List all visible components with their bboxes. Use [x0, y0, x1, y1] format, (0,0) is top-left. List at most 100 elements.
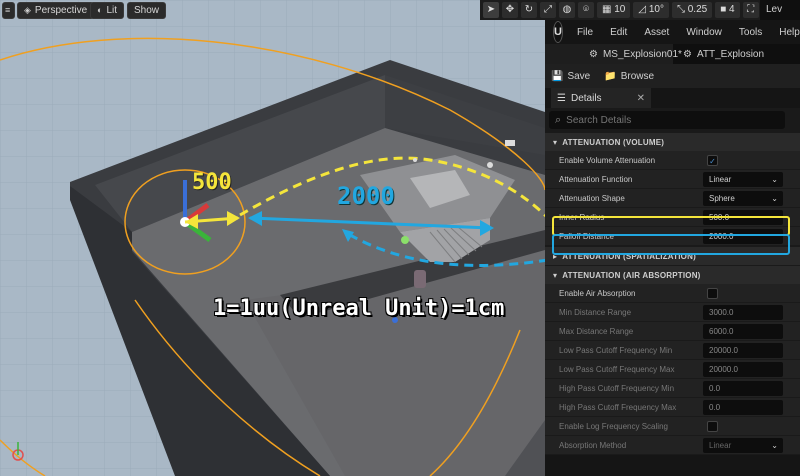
camera-speed-button[interactable]: ■ 4	[715, 2, 740, 18]
lit-button[interactable]: ◐ Lit	[90, 2, 124, 19]
section-title: ATTENUATION (AIR ABSORPTION)	[562, 270, 701, 280]
log-frequency-checkbox[interactable]	[707, 420, 718, 432]
prop-high-pass-max: High Pass Cutoff Frequency Max 0.0	[545, 398, 800, 417]
details-tab-label: Details	[570, 92, 602, 104]
rotation-snap-value: 10°	[648, 4, 664, 15]
prop-label: Attenuation Shape	[559, 193, 625, 203]
rotate-icon[interactable]: ↻	[521, 2, 537, 18]
camera-speed-value: 4	[729, 4, 735, 15]
prop-log-frequency-scaling: Enable Log Frequency Scaling	[545, 417, 800, 436]
prop-label: Enable Air Absorption	[559, 288, 636, 298]
low-pass-max-input[interactable]: 20000.0	[703, 361, 783, 377]
prop-label: Min Distance Range	[559, 307, 632, 317]
menu-file[interactable]: File	[569, 27, 602, 38]
maximize-viewport-icon[interactable]: ⛶	[742, 2, 759, 18]
section-attenuation-spatialization[interactable]: ▸ ATTENUATION (SPATIALIZATION)	[545, 246, 800, 265]
section-title: ATTENUATION (VOLUME)	[562, 137, 665, 147]
tab-att-explosion[interactable]: ⚙ ATT_Explosion	[673, 44, 774, 64]
falloff-distance-input[interactable]: 2000.0	[703, 228, 783, 244]
section-attenuation-volume[interactable]: ▾ ATTENUATION (VOLUME)	[545, 132, 800, 151]
save-button[interactable]: 💾 Save	[551, 71, 590, 82]
inner-radius-annotation: 500	[192, 170, 232, 195]
lit-icon: ◐	[97, 5, 103, 15]
enable-volume-checkbox[interactable]: ✓	[707, 154, 718, 166]
browse-label: Browse	[620, 70, 655, 82]
browse-button[interactable]: 📁 Browse	[604, 71, 654, 82]
light-actor-icon[interactable]	[401, 236, 409, 244]
world-space-icon[interactable]: ◍	[559, 2, 575, 18]
perspective-label: Perspective	[34, 5, 88, 16]
absorption-method-select[interactable]: Linear ⌄	[703, 437, 783, 453]
rotation-snap-button[interactable]: ◿ 10°	[633, 2, 669, 18]
enable-air-checkbox[interactable]	[707, 287, 718, 299]
prop-max-distance-range: Max Distance Range 6000.0	[545, 322, 800, 341]
prop-falloff-distance: Falloff Distance 2000.0	[545, 227, 800, 246]
cube-icon: ◈	[24, 5, 31, 15]
attenuation-function-select[interactable]: Linear ⌄	[703, 171, 783, 187]
prop-min-distance-range: Min Distance Range 3000.0	[545, 303, 800, 322]
perspective-button[interactable]: ◈ Perspective	[17, 2, 95, 19]
tab-label: MS_Explosion01*	[602, 48, 682, 60]
high-pass-min-input[interactable]: 0.0	[703, 380, 783, 396]
scale-icon[interactable]: ⤢	[540, 2, 556, 18]
menu-tools[interactable]: Tools	[731, 27, 771, 38]
show-button[interactable]: Show	[127, 2, 167, 19]
prop-enable-air-absorption: Enable Air Absorption	[545, 284, 800, 303]
viewport-options-button[interactable]: ≡	[2, 2, 15, 19]
prop-label: High Pass Cutoff Frequency Min	[559, 383, 675, 393]
chevron-down-icon: ▾	[553, 270, 558, 280]
grid-snap-button[interactable]: ▦ 10	[597, 2, 631, 18]
prop-label: Attenuation Function	[559, 174, 633, 184]
details-icon: ☰	[557, 92, 566, 104]
unreal-logo-icon: U	[553, 21, 563, 43]
prop-label: Inner Radius	[559, 212, 605, 222]
falloff-annotation: 2000	[337, 182, 395, 210]
prop-label: Low Pass Cutoff Frequency Min	[559, 345, 673, 355]
asset-icon: ⚙	[683, 48, 692, 60]
prop-label: High Pass Cutoff Frequency Max	[559, 402, 677, 412]
low-pass-min-input[interactable]: 20000.0	[703, 342, 783, 358]
search-input[interactable]	[566, 114, 767, 126]
chevron-down-icon: ⌄	[771, 193, 778, 203]
search-icon: ⌕	[555, 113, 562, 126]
tab-ms-explosion[interactable]: ⚙ MS_Explosion01*	[545, 44, 682, 64]
tab-label: ATT_Explosion	[696, 48, 765, 60]
inner-radius-input[interactable]: 500.0	[703, 209, 783, 225]
show-label: Show	[134, 5, 160, 16]
surface-snap-icon[interactable]: ⌾	[578, 2, 594, 18]
min-distance-input[interactable]: 3000.0	[703, 304, 783, 320]
browse-icon: 📁	[604, 70, 617, 82]
prop-attenuation-function: Attenuation Function Linear ⌄	[545, 170, 800, 189]
menu-window[interactable]: Window	[678, 27, 731, 38]
prop-enable-volume-attenuation: Enable Volume Attenuation ✓	[545, 151, 800, 170]
translate-icon[interactable]: ✥	[502, 2, 518, 18]
asset-icon: ⚙	[589, 48, 598, 60]
scale-snap-button[interactable]: ⤡ 0.25	[671, 2, 713, 18]
menu-edit[interactable]: Edit	[602, 27, 636, 38]
close-icon[interactable]: ✕	[637, 93, 645, 104]
max-distance-input[interactable]: 6000.0	[703, 323, 783, 339]
select-value: Linear	[709, 440, 732, 450]
level-viewport[interactable]: 500 2000 1=1uu(Unreal Unit)=1cm ≡ ◈ Pers…	[0, 0, 545, 476]
prop-absorption-method: Absorption Method Linear ⌄	[545, 436, 800, 455]
prop-label: Enable Volume Attenuation	[559, 155, 656, 165]
select-value: Linear	[709, 174, 732, 184]
prop-label: Low Pass Cutoff Frequency Max	[559, 364, 675, 374]
asset-toolbar: 💾 Save 📁 Browse	[545, 64, 800, 88]
sound-attenuation-editor: U File Edit Asset Window Tools Help ⚙ MS…	[545, 20, 800, 476]
select-mode-icon[interactable]: ➤	[483, 2, 499, 18]
level-tab[interactable]: Lev	[760, 0, 800, 20]
level-tab-label: Lev	[766, 4, 783, 15]
asset-tabs: ⚙ MS_Explosion01* ⚙ ATT_Explosion	[545, 44, 800, 64]
section-attenuation-air-absorption[interactable]: ▾ ATTENUATION (AIR ABSORPTION)	[545, 265, 800, 284]
menu-icon: ≡	[5, 5, 11, 15]
menu-help[interactable]: Help	[771, 27, 800, 38]
details-tab[interactable]: ☰ Details ✕	[551, 88, 651, 108]
menu-asset[interactable]: Asset	[636, 27, 678, 38]
attenuation-shape-select[interactable]: Sphere ⌄	[703, 190, 783, 206]
prop-label: Enable Log Frequency Scaling	[559, 421, 668, 431]
menu-bar: U File Edit Asset Window Tools Help	[545, 20, 800, 44]
player-start-icon[interactable]	[414, 270, 426, 288]
select-value: Sphere	[709, 193, 735, 203]
high-pass-max-input[interactable]: 0.0	[703, 399, 783, 415]
